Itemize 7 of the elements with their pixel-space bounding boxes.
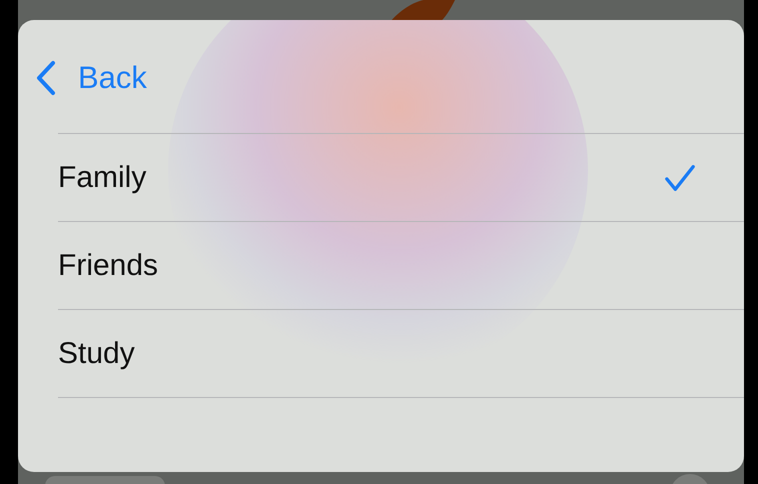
option-row[interactable]: Study [58,310,744,398]
option-label: Family [58,160,146,194]
option-row[interactable]: Family [58,134,744,222]
option-label: Friends [58,248,158,282]
chevron-left-icon [36,60,56,96]
option-row[interactable]: Friends [58,222,744,310]
option-label: Study [58,336,135,370]
